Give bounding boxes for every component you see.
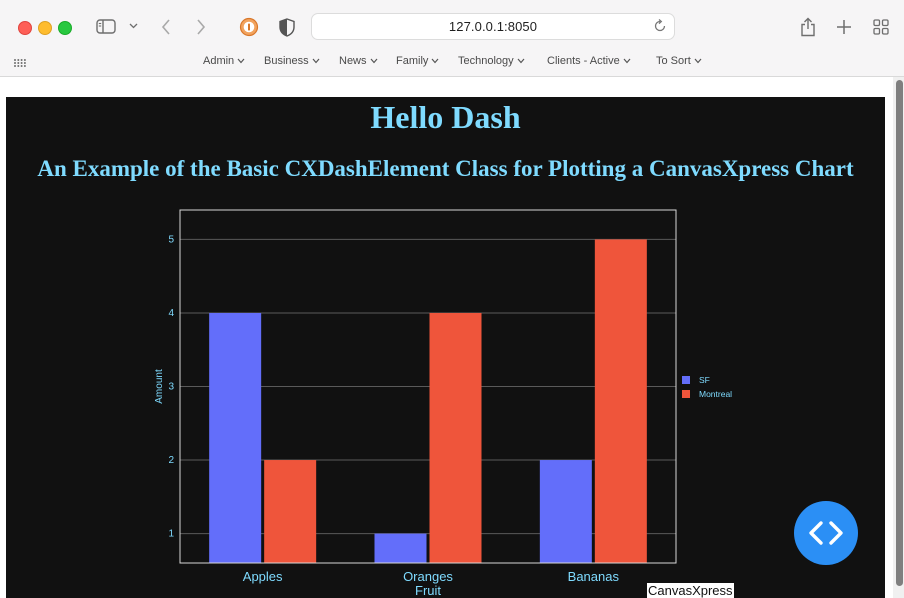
sidebar-toggle-icon[interactable]	[95, 18, 117, 35]
chevron-down-icon	[312, 58, 320, 64]
y-tick-label: 2	[168, 455, 174, 466]
x-tick-label: Oranges	[403, 569, 453, 584]
x-axis-title: Fruit	[415, 583, 441, 598]
y-tick-label: 4	[168, 308, 174, 319]
y-axis-title: Amount	[154, 369, 165, 404]
minimize-window-button[interactable]	[38, 21, 52, 35]
bookmark-family[interactable]: Family	[396, 55, 439, 67]
dash-app: Hello Dash An Example of the Basic CXDas…	[6, 97, 885, 598]
bar-montreal-bananas	[594, 239, 647, 563]
tab-overview-icon[interactable]	[872, 18, 890, 36]
canvasxpress-credit: CanvasXpress	[647, 583, 734, 598]
chevron-down-icon	[517, 58, 525, 64]
bar-montreal-apples	[264, 460, 317, 563]
shield-icon[interactable]	[278, 17, 296, 37]
bar-sf-bananas	[539, 460, 592, 563]
legend-label-montreal: Montreal	[699, 389, 732, 399]
bookmark-technology[interactable]: Technology	[458, 55, 525, 67]
reload-icon[interactable]	[653, 19, 667, 38]
new-tab-plus-icon[interactable]	[835, 18, 853, 36]
x-tick-label: Apples	[243, 569, 283, 584]
bookmark-clients-active[interactable]: Clients - Active	[547, 55, 631, 67]
bar-sf-apples	[209, 312, 262, 563]
y-tick-label: 5	[168, 234, 174, 245]
bookmarks-bar: Admin Business News Family Technology Cl…	[0, 52, 904, 77]
url-text: 127.0.0.1:8050	[448, 19, 538, 34]
scrollbar-thumb[interactable]	[896, 80, 903, 586]
chevron-down-icon	[623, 58, 631, 64]
y-tick-label: 1	[168, 529, 174, 540]
apps-grid-icon[interactable]	[13, 57, 27, 69]
legend-label-sf: SF	[699, 375, 710, 385]
bookmark-news[interactable]: News	[339, 55, 378, 67]
back-arrow-icon[interactable]	[158, 18, 174, 36]
chevron-down-icon	[431, 58, 439, 64]
bookmark-admin[interactable]: Admin	[203, 55, 245, 67]
forward-arrow-icon[interactable]	[193, 18, 209, 36]
x-tick-label: Bananas	[568, 569, 620, 584]
y-tick-label: 3	[168, 382, 174, 393]
code-toggle-button[interactable]	[794, 501, 858, 565]
password-manager-icon[interactable]	[239, 17, 259, 37]
bar-chart: 1 2 3 4 5 Apples Oranges Bananas Fruit Amount SF Mo…	[148, 203, 750, 598]
chevron-down-icon[interactable]	[128, 22, 138, 30]
chevron-down-icon	[237, 58, 245, 64]
bookmark-to-sort[interactable]: To Sort	[656, 55, 702, 67]
bookmark-business[interactable]: Business	[264, 55, 320, 67]
browser-toolbar: 127.0.0.1:8050	[0, 0, 904, 52]
legend-swatch-sf	[682, 376, 690, 384]
code-icon	[809, 521, 843, 545]
bar-montreal-oranges	[429, 312, 482, 563]
address-bar[interactable]: 127.0.0.1:8050	[311, 13, 675, 40]
bar-sf-oranges	[374, 533, 427, 563]
chevron-down-icon	[694, 58, 702, 64]
share-icon[interactable]	[798, 16, 818, 38]
close-window-button[interactable]	[18, 21, 32, 35]
legend-swatch-montreal	[682, 390, 690, 398]
chevron-down-icon	[370, 58, 377, 64]
zoom-window-button[interactable]	[58, 21, 72, 35]
